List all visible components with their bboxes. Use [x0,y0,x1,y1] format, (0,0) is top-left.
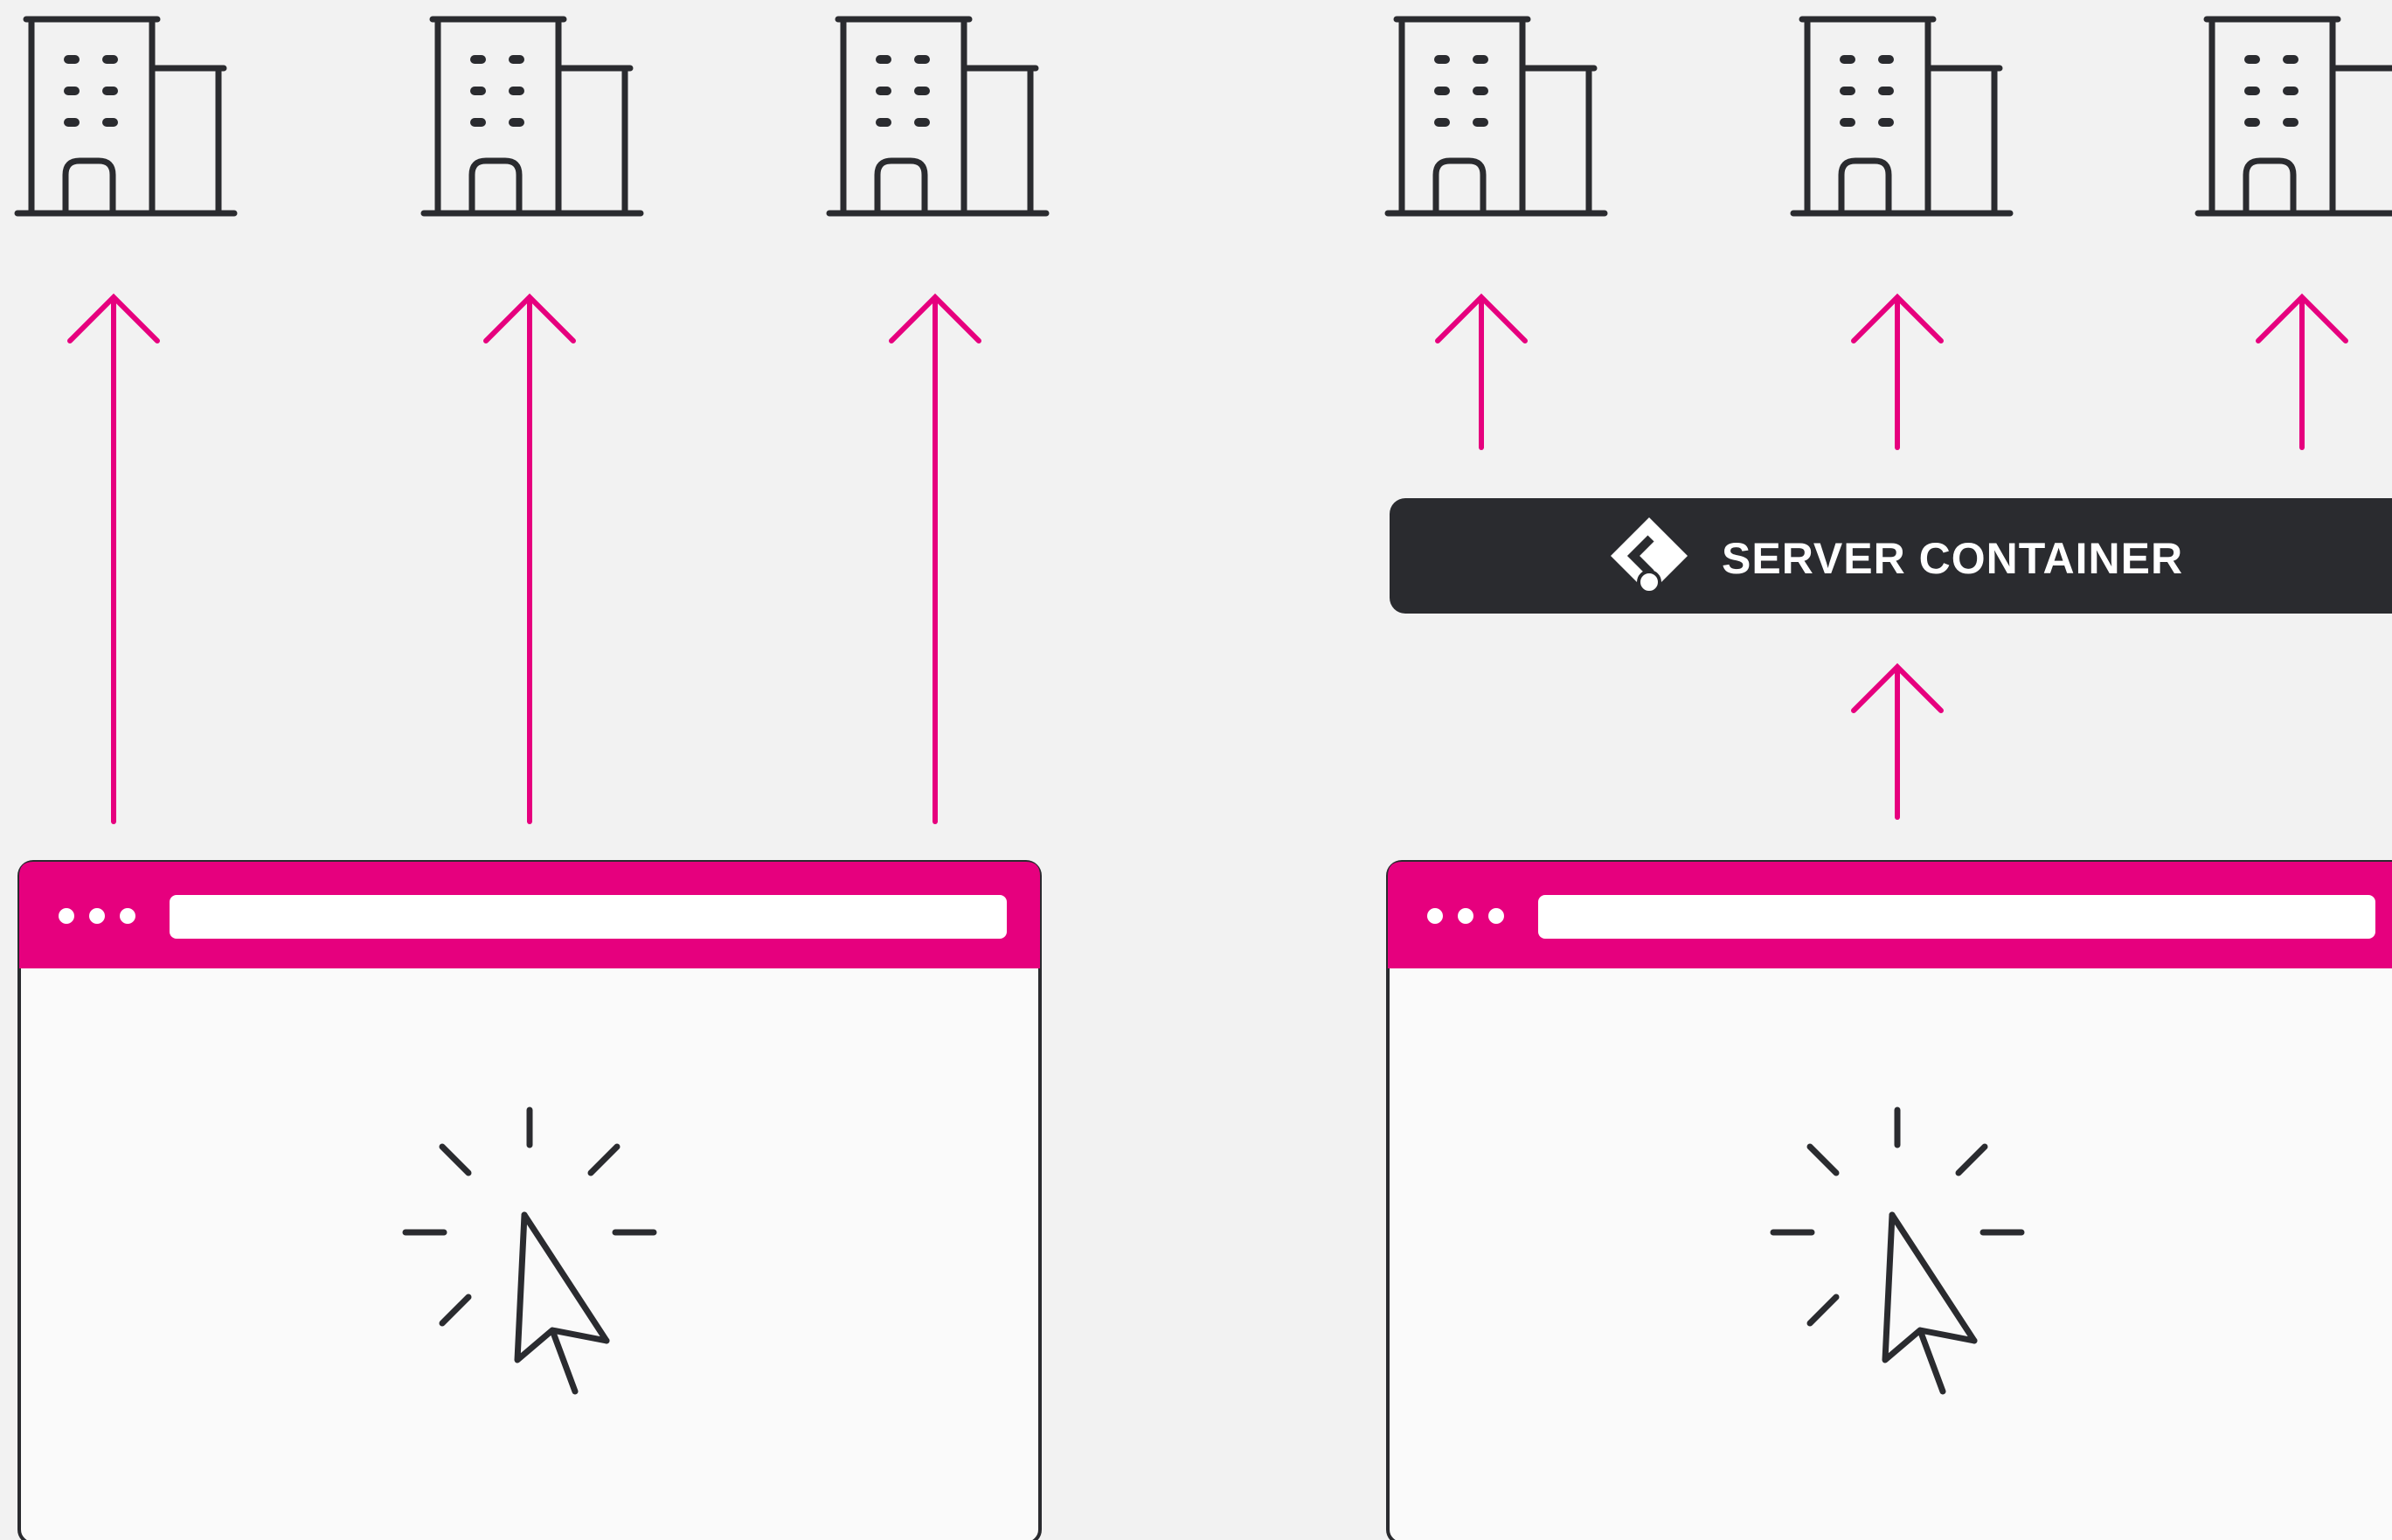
building-icon [1388,19,1605,213]
arrow-up-icon [2258,297,2346,450]
server-container: SERVER CONTAINER [1390,498,2392,614]
arrow-up-icon [486,297,573,824]
arrow-up-icon [1854,667,1941,820]
browser-window [19,862,1040,1540]
arrow-up-icon [70,297,157,824]
left-panel [17,19,1046,1540]
building-icon [17,19,234,213]
arrow-up-icon [891,297,979,824]
server-container-label: SERVER CONTAINER [1722,534,2183,583]
building-icon [1793,19,2010,213]
right-panel: SERVER CONTAINER [1388,19,2392,1540]
building-icon [424,19,641,213]
browser-window [1388,862,2392,1540]
building-icon [2198,19,2392,213]
arrow-up-icon [1854,297,1941,450]
building-icon [829,19,1046,213]
diagram-canvas: SERVER CONTAINER [0,0,2392,1540]
arrow-up-icon [1438,297,1525,450]
